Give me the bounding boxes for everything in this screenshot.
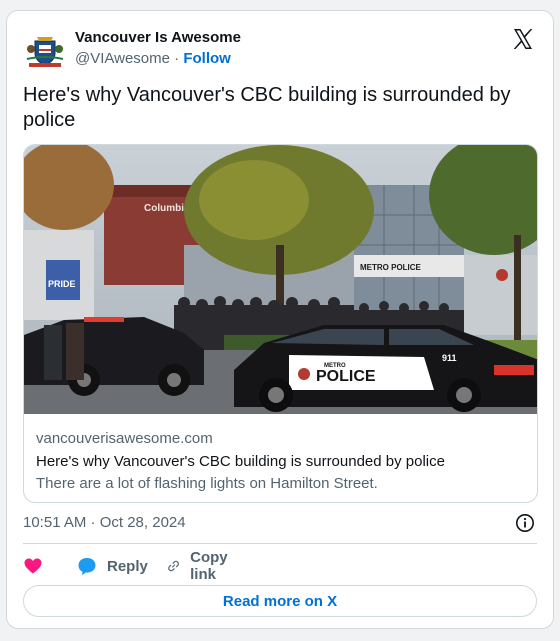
reply-label: Reply [107,557,148,575]
booth-sign: METRO POLICE [360,263,422,272]
tweet-timestamp[interactable]: 10:51 AM · Oct 28, 2024 [23,513,186,533]
copy-link-label: Copy link [190,549,228,583]
divider [23,543,537,544]
read-more-button[interactable]: Read more on X [23,585,537,617]
follow-button[interactable]: Follow [183,50,231,67]
car-police-lettering: POLICE [316,368,376,385]
info-icon[interactable] [515,513,535,533]
link-title: Here's why Vancouver's CBC building is s… [36,453,445,470]
tweet-text: Here's why Vancouver's CBC building is s… [23,84,511,131]
link-domain: vancouverisawesome.com [36,430,213,447]
separator-dot: · [170,50,184,67]
link-icon [168,560,179,572]
reply-button[interactable]: Reply [77,551,148,581]
author-handle[interactable]: @VIAwesome [75,50,170,67]
pride-banner: PRIDE [48,279,76,289]
x-logo-icon[interactable] [511,27,535,51]
vancouver-crest-logo [23,27,67,71]
heart-icon [24,558,42,574]
like-button[interactable] [23,551,43,581]
tweet-card: Vancouver Is Awesome @VIAwesome · Follow… [6,10,554,629]
car-metro-lettering: METRO [324,363,346,369]
reply-bubble-icon [78,558,96,575]
author-name[interactable]: Vancouver Is Awesome [75,29,241,47]
link-preview-image: Columbie-Br METRO POLICE PRIDE POLICE ME… [24,145,537,414]
avatar[interactable] [23,27,67,71]
link-description: There are a lot of flashing lights on Ha… [36,475,378,492]
car-number: 911 [442,353,457,363]
copy-link-button[interactable]: Copy link [167,549,235,583]
tweet-header: Vancouver Is Awesome @VIAwesome · Follow [23,25,537,71]
link-preview-card[interactable]: Columbie-Br METRO POLICE PRIDE POLICE ME… [23,144,538,503]
